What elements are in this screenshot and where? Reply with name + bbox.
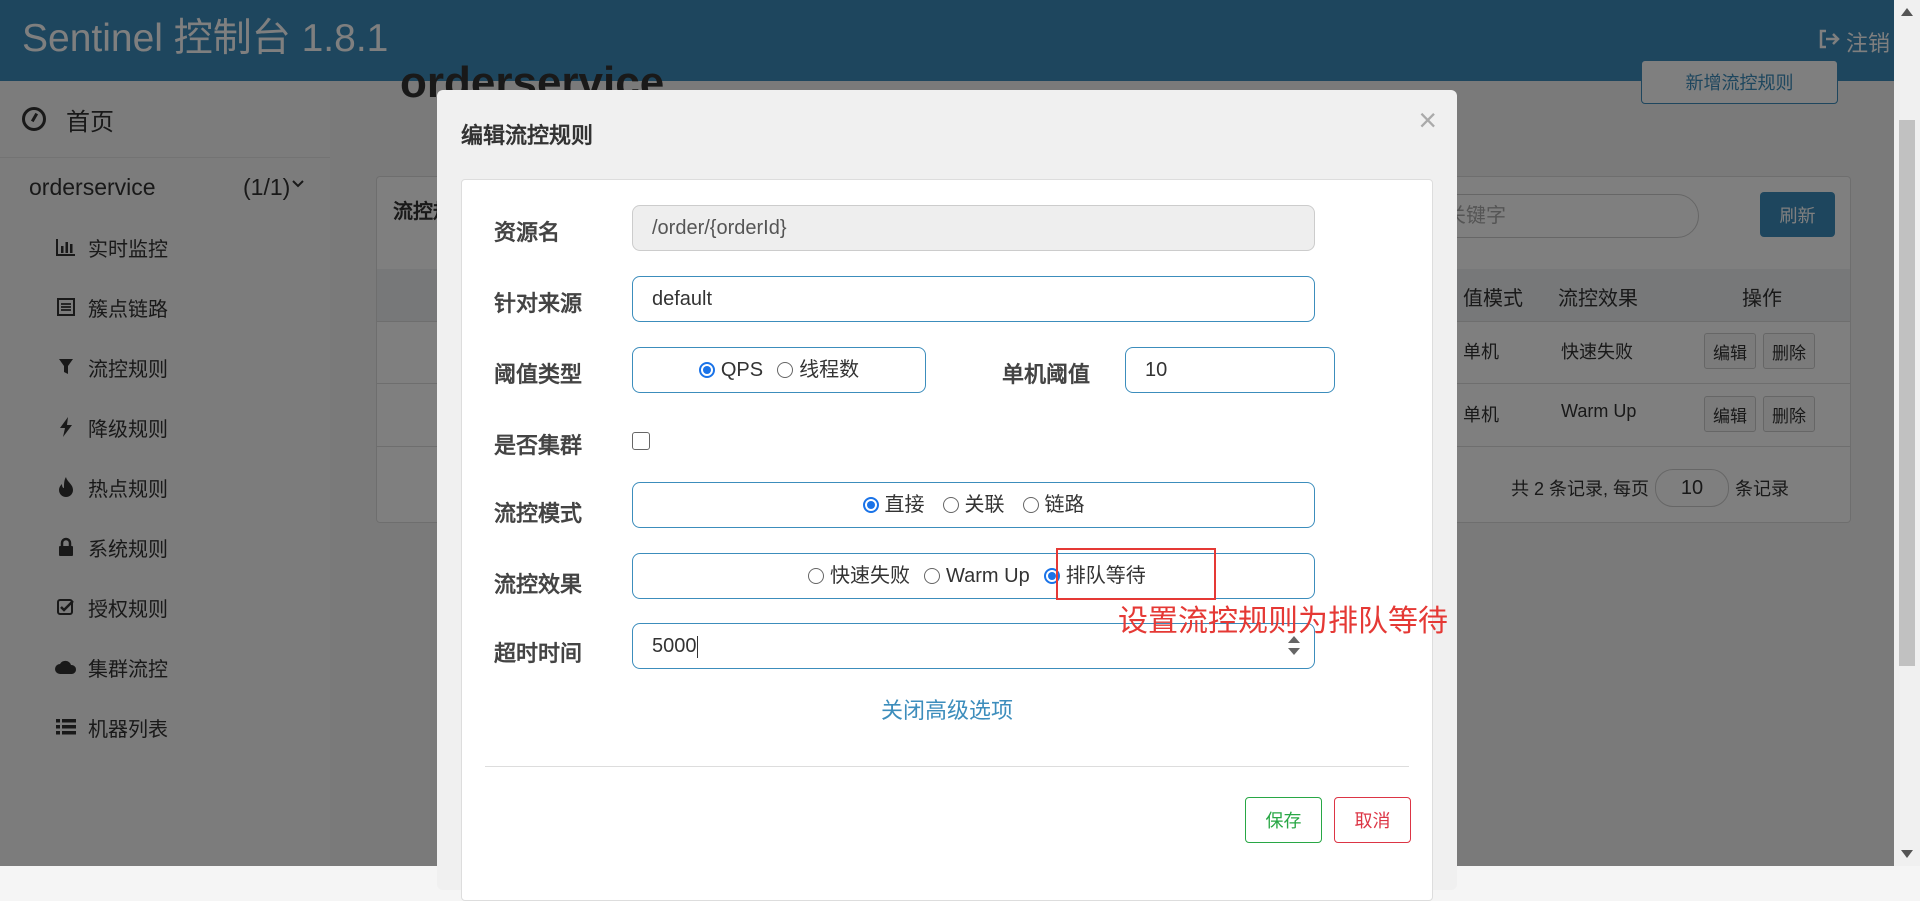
cancel-button[interactable]: 取消 [1334,797,1411,843]
radio-fast-fail[interactable]: 快速失败 [808,554,910,598]
radio-label: 关联 [964,494,1005,516]
flow-mode-label: 流控模式 [494,501,583,526]
radio-label: 快速失败 [830,565,910,587]
timeout-value: 5000 [652,635,697,657]
radio-direct[interactable]: 直接 [862,483,925,527]
dialog-title: 编辑流控规则 [461,123,594,148]
radio-qps[interactable]: QPS [698,348,764,392]
radio-unchecked-icon [924,568,940,584]
timeout-label: 超时时间 [494,641,583,666]
annotation-highlight-box [1056,548,1216,600]
annotation-text: 设置流控规则为排队等待 [1118,605,1448,638]
scroll-down-icon[interactable] [1901,850,1913,858]
threshold-type-label: 阈值类型 [494,362,583,387]
scroll-up-icon[interactable] [1901,8,1913,16]
page-scrollbar[interactable] [1894,0,1920,866]
source-label: 针对来源 [494,291,583,316]
radio-relate[interactable]: 关联 [942,483,1005,527]
radio-thread-count[interactable]: 线程数 [777,348,859,392]
cluster-checkbox[interactable] [632,432,650,450]
radio-label: 链路 [1044,494,1085,516]
radio-unchecked-icon [1022,497,1039,513]
radio-label: Warm Up [946,565,1030,587]
dialog-form: 资源名 /order/{orderId} 针对来源 default 阈值类型 Q… [461,179,1433,901]
radio-label: 线程数 [799,359,860,381]
radio-warm-up[interactable]: Warm Up [924,554,1030,598]
divider [485,766,1409,767]
flow-effect-label: 流控效果 [494,572,583,597]
radio-unchecked-icon [808,568,824,584]
limit-app-input[interactable]: default [632,276,1315,322]
radio-chain[interactable]: 链路 [1022,483,1085,527]
single-threshold-label: 单机阈值 [1002,362,1091,387]
cluster-label: 是否集群 [494,433,583,458]
resource-label: 资源名 [494,220,561,245]
save-button[interactable]: 保存 [1245,797,1322,843]
threshold-type-group: QPS 线程数 [632,347,926,393]
text-cursor [696,635,698,658]
radio-unchecked-icon [942,497,959,513]
scrollbar-thumb[interactable] [1899,120,1915,666]
radio-unchecked-icon [777,362,794,378]
close-icon[interactable]: × [1418,102,1437,139]
radio-checked-icon [698,362,715,378]
radio-label: QPS [720,359,764,381]
radio-label: 直接 [884,494,925,516]
close-advanced-options-link[interactable]: 关闭高级选项 [462,693,1432,725]
resource-name-input[interactable]: /order/{orderId} [632,205,1315,251]
radio-checked-icon [862,497,879,513]
single-threshold-input[interactable]: 10 [1125,347,1335,393]
flow-mode-group: 直接 关联 链路 [632,482,1315,528]
edit-flow-rule-dialog: 编辑流控规则 × 资源名 /order/{orderId} 针对来源 defau… [437,90,1457,901]
